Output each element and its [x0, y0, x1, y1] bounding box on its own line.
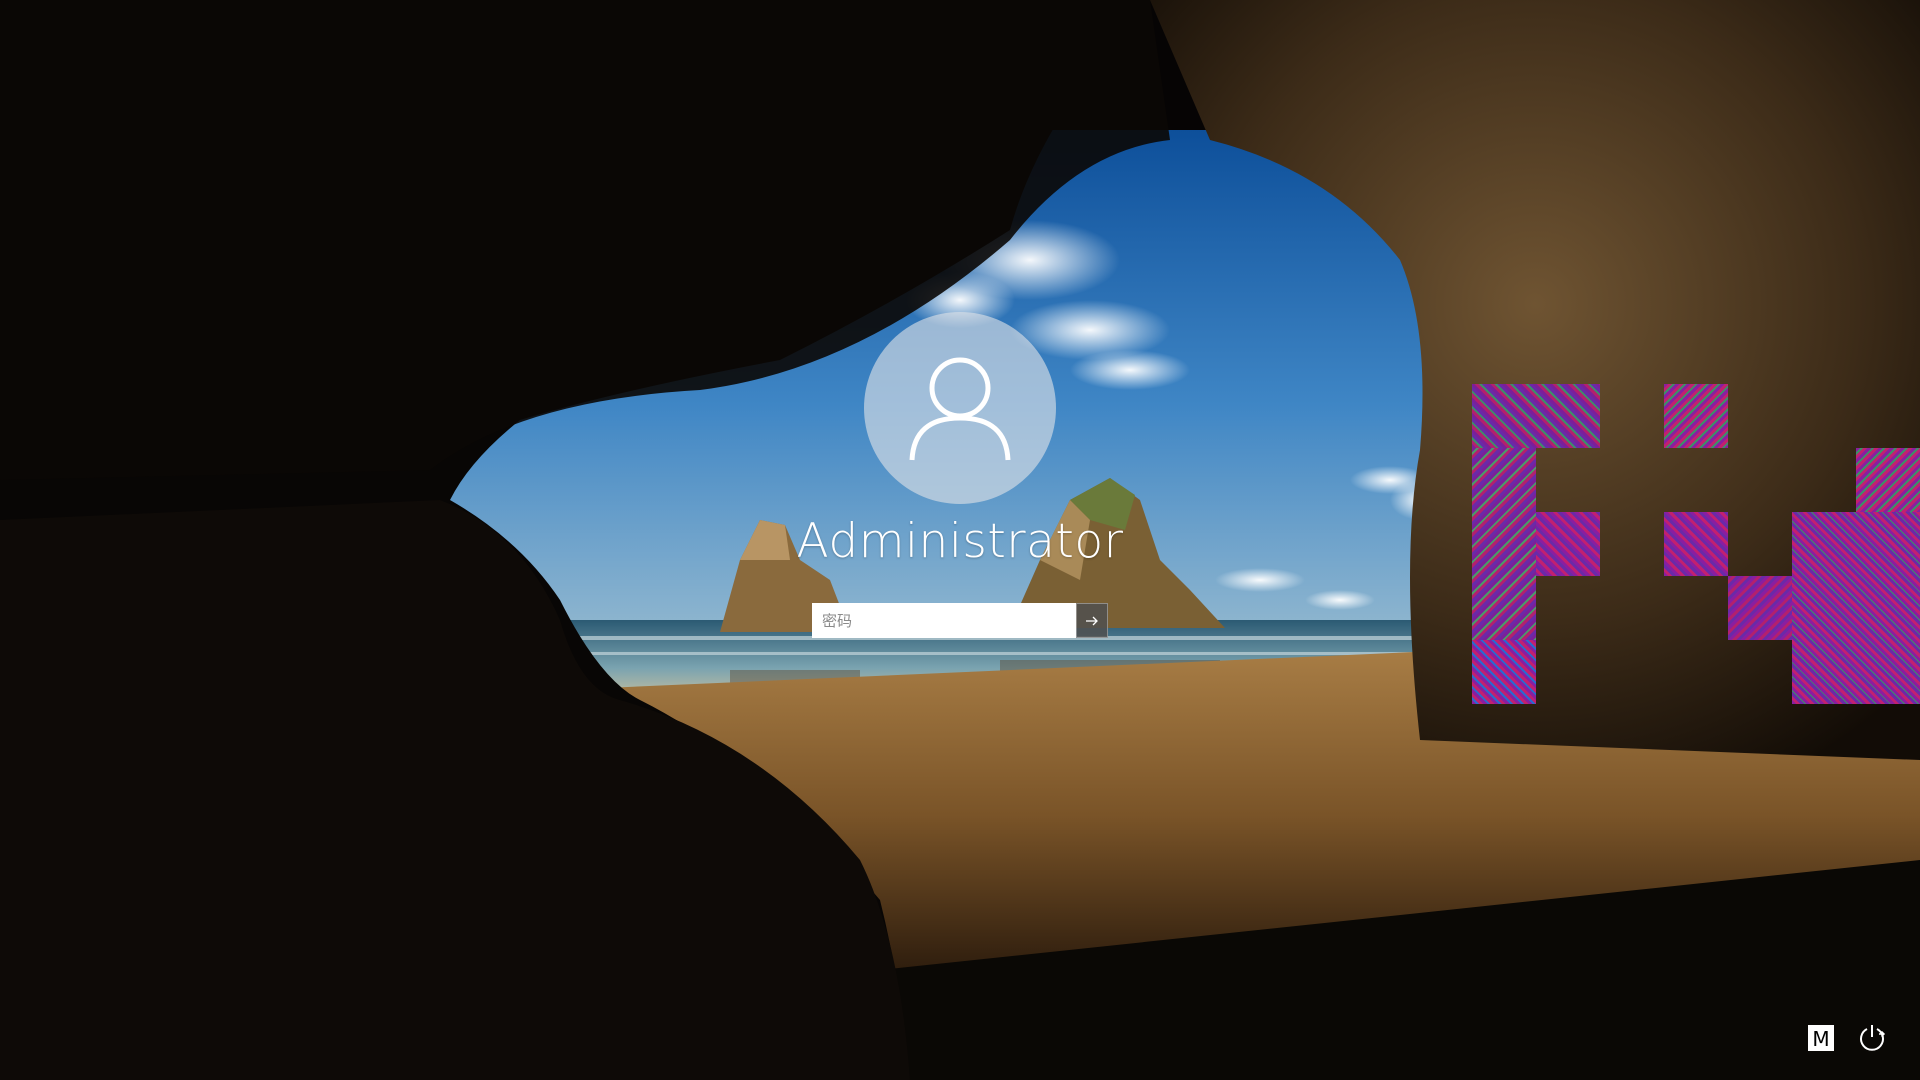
user-silhouette-icon — [909, 357, 1011, 461]
glitch-block — [1856, 448, 1920, 512]
user-avatar — [864, 312, 1056, 504]
glitch-block — [1472, 448, 1536, 640]
glitch-block — [1664, 384, 1728, 448]
glitch-block — [1664, 512, 1728, 576]
glitch-block — [1472, 640, 1536, 704]
input-method-button[interactable]: M — [1808, 1025, 1834, 1051]
glitch-block — [1472, 384, 1600, 448]
password-input[interactable] — [812, 603, 1076, 638]
glitch-block — [1728, 576, 1792, 640]
bottom-right-controls: M — [1808, 1022, 1888, 1054]
power-icon — [1860, 1025, 1886, 1051]
glitch-block — [1792, 512, 1920, 704]
arrow-right-icon — [1086, 616, 1098, 625]
lock-screen: Administrator M — [0, 0, 1920, 1080]
input-method-label: M — [1812, 1027, 1830, 1051]
power-button[interactable] — [1856, 1022, 1888, 1054]
password-row — [812, 603, 1108, 638]
submit-button[interactable] — [1076, 603, 1108, 638]
wallpaper-background — [0, 0, 1920, 1080]
glitch-block — [1536, 512, 1600, 576]
